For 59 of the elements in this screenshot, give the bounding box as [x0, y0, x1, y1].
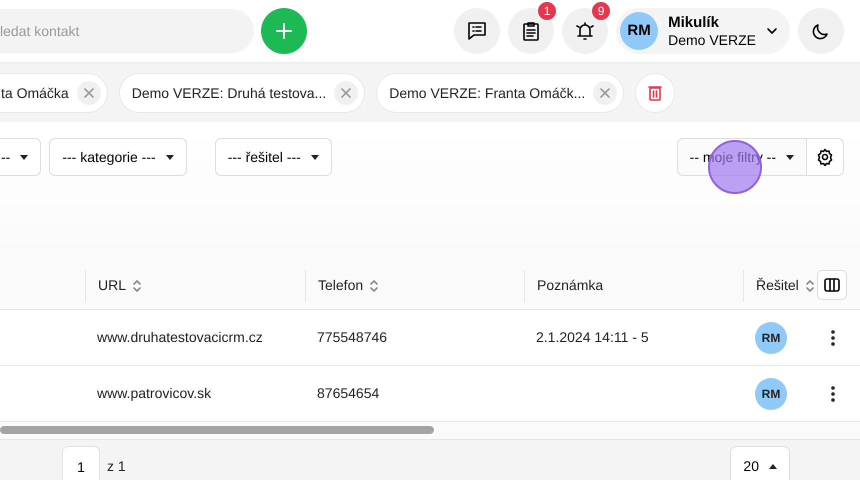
- sort-icon: [804, 278, 815, 292]
- page-size-dropdown[interactable]: 20: [730, 446, 790, 480]
- tab-label[interactable]: ta Omáčka: [1, 82, 69, 104]
- record-tab[interactable]: Demo VERZE: Franta Omáčk...: [376, 73, 624, 113]
- table-cell-text: 87654654: [316, 384, 380, 403]
- columns-button[interactable]: [817, 270, 847, 300]
- filter-dropdown[interactable]: --- kategorie ---: [49, 138, 187, 176]
- plus-icon: [275, 22, 293, 40]
- more-options-button[interactable]: [831, 386, 835, 402]
- columns-icon: [824, 278, 840, 292]
- table-cell-text: www.druhatestovacicrm.cz: [96, 328, 264, 347]
- page-count: z 1: [107, 457, 126, 476]
- assignee-avatar: RM: [755, 378, 787, 410]
- user-avatar: RM: [620, 12, 658, 50]
- scrollbar[interactable]: [0, 426, 434, 434]
- trash-icon: [648, 85, 662, 101]
- close-icon: [600, 88, 610, 98]
- chevron-down-icon: [766, 25, 778, 37]
- sort-icon: [132, 278, 142, 292]
- sort-icon: [369, 278, 380, 292]
- filter-dropdown[interactable]: --- řešitel ---: [214, 138, 332, 176]
- user-name: Mikulík: [668, 14, 720, 32]
- filter-dropdown[interactable]: --: [0, 138, 42, 176]
- user-menu[interactable]: RM Mikulík Demo VERZE: [616, 8, 790, 54]
- record-tab[interactable]: ta Omáčka: [0, 73, 108, 113]
- notifications-button[interactable]: [562, 8, 608, 54]
- table-cell-text: 2.1.2024 14:11 - 5: [535, 328, 650, 347]
- tab-label[interactable]: Demo VERZE: Druhá testova...: [132, 82, 326, 104]
- bell-icon: [574, 20, 596, 42]
- count-badge: 9: [592, 2, 610, 20]
- column-header[interactable]: Poznámka: [537, 275, 604, 296]
- table-cell-text: 775548746: [316, 328, 388, 347]
- column-header[interactable]: Řešitel: [756, 275, 799, 296]
- table-cell-text: www.patrovicov.sk: [96, 384, 212, 403]
- record-tab[interactable]: Demo VERZE: Druhá testova...: [118, 73, 366, 113]
- close-icon: [341, 88, 352, 98]
- settings-icon: [816, 148, 834, 166]
- close-icon: [84, 88, 94, 98]
- message-icon: [466, 20, 488, 42]
- close-tab-button[interactable]: [334, 81, 358, 105]
- close-tab-button[interactable]: [593, 81, 618, 105]
- more-options-button[interactable]: [831, 330, 835, 346]
- search-field[interactable]: ledat kontakt: [0, 9, 254, 53]
- column-header[interactable]: Telefon: [318, 275, 364, 296]
- page-field[interactable]: 1: [62, 446, 100, 480]
- close-tab-button[interactable]: [76, 81, 101, 105]
- kebab-icon: [831, 386, 835, 402]
- column-header[interactable]: URL: [98, 275, 126, 296]
- add-button[interactable]: [261, 8, 307, 54]
- delete-tabs-button[interactable]: [635, 73, 676, 113]
- user-subtitle: Demo VERZE: [668, 32, 756, 48]
- count-badge: 1: [538, 2, 556, 20]
- kebab-icon: [831, 330, 835, 346]
- assignee-avatar: RM: [755, 322, 787, 354]
- tasks-button[interactable]: [508, 8, 554, 54]
- tab-label[interactable]: Demo VERZE: Franta Omáčk...: [389, 82, 586, 104]
- filter-settings-button[interactable]: [807, 138, 844, 176]
- messages-button[interactable]: [454, 8, 500, 54]
- theme-toggle-button[interactable]: [798, 8, 844, 54]
